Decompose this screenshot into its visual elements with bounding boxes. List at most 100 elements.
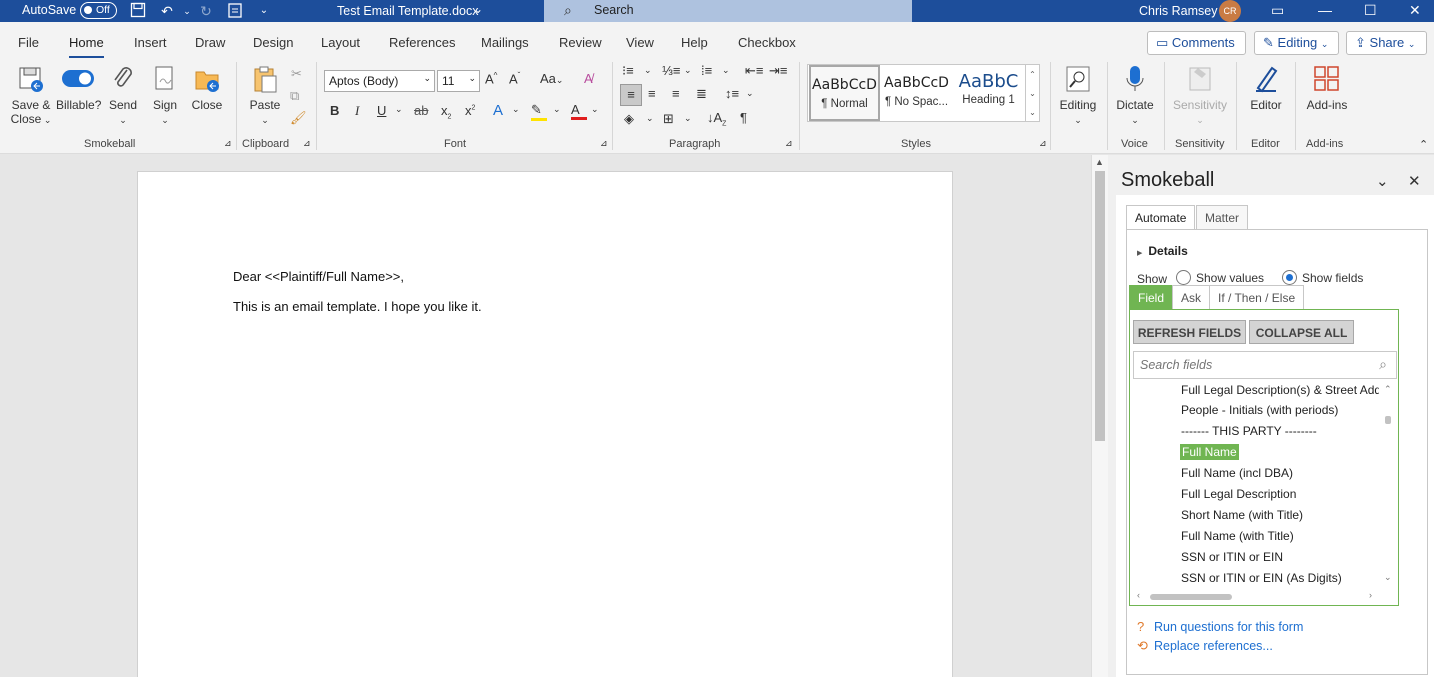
tree-item[interactable]: SSN or ITIN or EIN (1181, 550, 1283, 564)
tree-item[interactable]: ------- THIS PARTY -------- (1181, 424, 1317, 438)
borders-icon[interactable]: ⊞ (663, 111, 674, 127)
editing-mode-button[interactable]: ✎ Editing ⌄ (1254, 31, 1339, 55)
chevron-down-icon[interactable]: ⌄ (684, 113, 692, 124)
strikethrough-icon[interactable]: ab (414, 103, 428, 118)
text-effects-icon[interactable]: A (493, 102, 503, 119)
font-name-select[interactable]: Aptos (Body) ⌄ (324, 70, 435, 92)
scrollbar-thumb[interactable] (1150, 594, 1232, 600)
chevron-down-icon[interactable]: ⌄ (553, 104, 561, 115)
chevron-down-icon[interactable]: ⌄ (684, 65, 692, 76)
ribbon-display-icon[interactable]: ▭ (1271, 2, 1284, 19)
editing-button[interactable]: Editing ⌄ (1055, 58, 1101, 126)
align-center-icon[interactable]: ≡ (648, 86, 656, 101)
shrink-font-icon[interactable]: Aˇ (509, 71, 520, 86)
font-size-select[interactable]: 11 ⌄ (437, 70, 480, 92)
show-fields-radio[interactable]: Show fields (1282, 270, 1363, 285)
tree-item[interactable]: Full Name (with Title) (1181, 529, 1294, 543)
tab-insert[interactable]: Insert (134, 35, 167, 50)
search-box[interactable]: ⌕ Search (544, 0, 912, 22)
scrollbar-thumb[interactable] (1385, 416, 1391, 424)
clipboard-icon[interactable] (226, 2, 244, 20)
dialog-launcher-icon[interactable]: ⊿ (1039, 138, 1047, 149)
save-icon[interactable] (129, 2, 147, 20)
tab-review[interactable]: Review (559, 35, 602, 50)
avatar[interactable]: CR (1219, 0, 1241, 22)
scroll-down-icon[interactable]: ⌄ (1384, 572, 1392, 583)
underline-icon[interactable]: U (377, 103, 386, 118)
tab-file[interactable]: File (18, 35, 39, 50)
bold-icon[interactable]: B (330, 103, 339, 118)
sign-button[interactable]: Sign ⌄ (148, 58, 182, 126)
tree-item[interactable]: Full Name (incl DBA) (1181, 466, 1293, 480)
change-case-icon[interactable]: Aa⌄ (540, 71, 563, 86)
search-fields-input[interactable] (1134, 352, 1364, 378)
collapse-ribbon-icon[interactable]: ⌃ (1419, 138, 1428, 151)
superscript-icon[interactable]: x2 (465, 103, 475, 118)
pane-options-icon[interactable]: ⌄ (1376, 172, 1389, 190)
comments-button[interactable]: ▭ Comments (1147, 31, 1246, 55)
justify-icon[interactable]: ≣ (696, 86, 707, 102)
style-heading-1[interactable]: AaBbC Heading 1 (953, 65, 1024, 121)
minimize-icon[interactable]: — (1318, 2, 1332, 18)
sort-icon[interactable]: ↓AZ (707, 110, 726, 128)
sensitivity-button[interactable]: Sensitivity ⌄ (1170, 58, 1230, 126)
increase-indent-icon[interactable]: ⇥≡ (769, 63, 787, 79)
font-color-icon[interactable]: A (571, 102, 587, 120)
subtab-field[interactable]: Field (1129, 285, 1174, 309)
customize-qat-icon[interactable]: ⌄ (255, 2, 273, 20)
close-window-icon[interactable]: ✕ (1409, 2, 1421, 19)
tab-draw[interactable]: Draw (195, 35, 225, 50)
chevron-down-icon[interactable]: ⌄ (646, 113, 654, 124)
align-right-icon[interactable]: ≡ (672, 86, 680, 101)
title-chevron-icon[interactable]: ⌄ (473, 2, 483, 16)
editor-button[interactable]: Editor (1243, 58, 1289, 112)
tree-vertical-scrollbar[interactable]: ⌃ ⌄ (1379, 382, 1397, 587)
shading-icon[interactable]: ◈ (624, 111, 634, 127)
format-painter-icon[interactable]: 🖌 (290, 110, 307, 126)
tree-item[interactable]: Full Legal Description(s) & Street Addre… (1181, 383, 1379, 397)
tab-mailings[interactable]: Mailings (481, 35, 529, 50)
chevron-down-icon[interactable]: ⌄ (512, 104, 520, 115)
share-button[interactable]: ⇪ Share ⌄ (1346, 31, 1427, 55)
close-smokeball-button[interactable]: Close (188, 58, 226, 112)
save-close-button[interactable]: Save & Close ⌄ (8, 58, 54, 126)
dialog-launcher-icon[interactable]: ⊿ (224, 138, 232, 149)
redo-icon[interactable]: ↻ (197, 2, 215, 20)
scroll-up-icon[interactable]: ▲ (1095, 157, 1104, 167)
chevron-down-icon[interactable]: ⌄ (746, 88, 754, 99)
tree-item-selected[interactable]: Full Name (1180, 444, 1239, 460)
tree-item[interactable]: SSN or ITIN or EIN (As Digits) (1181, 571, 1342, 585)
document-line-2[interactable]: This is an email template. I hope you li… (233, 299, 482, 314)
paste-button[interactable]: Paste ⌄ (246, 58, 284, 126)
undo-dropdown-icon[interactable]: ⌄ (178, 2, 196, 20)
style-normal[interactable]: AaBbCcD ¶ Normal (809, 65, 880, 121)
document-scrollbar[interactable]: ▲ (1091, 155, 1108, 677)
tab-home[interactable]: Home (69, 35, 104, 59)
refresh-fields-button[interactable]: REFRESH FIELDS (1133, 320, 1246, 344)
clear-formatting-icon[interactable]: A̸ (584, 71, 593, 86)
tab-matter[interactable]: Matter (1196, 205, 1249, 229)
scroll-left-icon[interactable]: ‹ (1137, 590, 1140, 600)
show-values-radio[interactable]: Show values (1176, 270, 1264, 285)
document-page[interactable]: Dear <<Plaintiff/Full Name>>, This is an… (137, 171, 953, 677)
details-expander[interactable]: ▶ Details (1137, 244, 1188, 258)
scroll-right-icon[interactable]: › (1369, 590, 1372, 600)
scroll-up-icon[interactable]: ⌃ (1384, 384, 1392, 395)
subscript-icon[interactable]: x2 (441, 103, 451, 121)
undo-icon[interactable]: ↶ (158, 2, 176, 20)
tree-item[interactable]: People - Initials (with periods) (1181, 403, 1338, 417)
tree-horizontal-scrollbar[interactable]: ‹ › (1133, 589, 1379, 604)
tab-layout[interactable]: Layout (321, 35, 360, 50)
send-button[interactable]: Send ⌄ (106, 58, 140, 126)
numbering-icon[interactable]: ⅓≡ (662, 63, 680, 78)
subtab-if-then-else[interactable]: If / Then / Else (1209, 285, 1305, 309)
chevron-down-icon[interactable]: ⌄ (591, 104, 599, 115)
chevron-down-icon[interactable]: ⌄ (395, 104, 403, 115)
cut-icon[interactable]: ✂ (291, 66, 302, 82)
tab-help[interactable]: Help (681, 35, 708, 50)
tab-checkbox[interactable]: Checkbox (738, 35, 796, 50)
run-questions-link[interactable]: Run questions for this form (1154, 620, 1303, 634)
styles-scroll[interactable]: ⌃ ⌄ ⌄ (1025, 64, 1040, 122)
pane-close-icon[interactable]: ✕ (1408, 172, 1421, 190)
tab-view[interactable]: View (626, 35, 654, 50)
